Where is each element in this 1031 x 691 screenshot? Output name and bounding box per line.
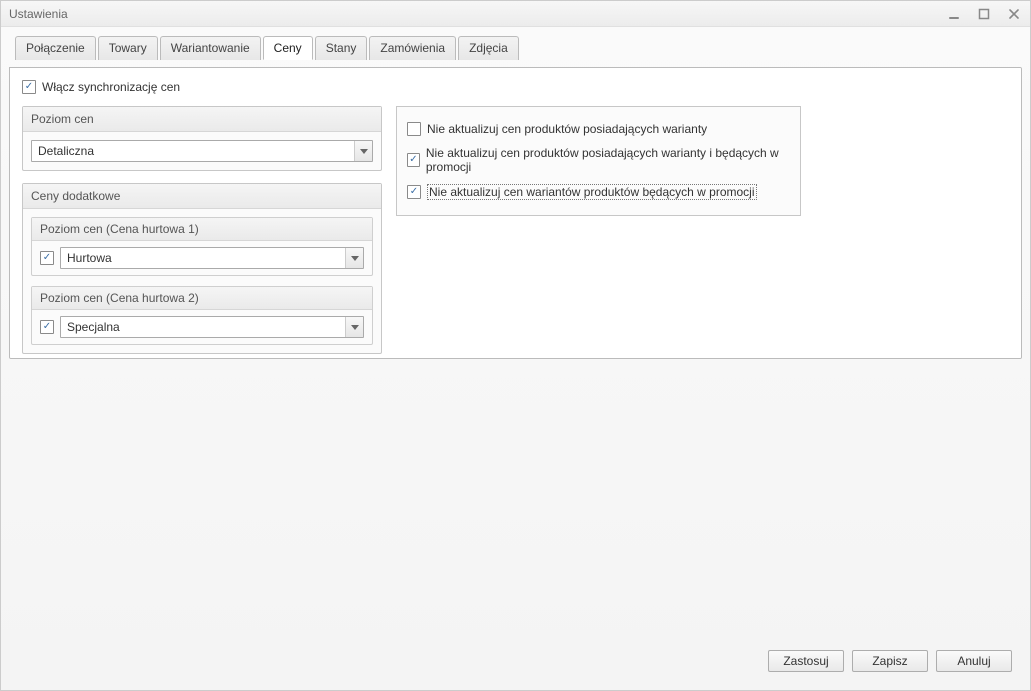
enable-sync-checkbox[interactable] <box>22 80 36 94</box>
titlebar: Ustawienia <box>1 1 1030 27</box>
option-checkbox[interactable] <box>407 153 420 167</box>
maximize-icon[interactable] <box>976 6 992 22</box>
option-label: Nie aktualizuj cen wariantów produktów b… <box>427 184 757 200</box>
tab-stany[interactable]: Stany <box>315 36 368 60</box>
window-controls <box>946 6 1022 22</box>
price-subgroup-1: Poziom cen (Cena hurtowa 1) Hurtowa <box>31 217 373 276</box>
options-panel: Nie aktualizuj cen produktów posiadający… <box>396 106 801 216</box>
chevron-down-icon[interactable] <box>345 317 363 337</box>
tab-ceny[interactable]: Ceny <box>263 36 313 60</box>
columns: Poziom cen Detaliczna Ceny dodatkowe <box>22 106 1009 354</box>
additional-prices-header: Ceny dodatkowe <box>23 184 381 209</box>
tab-zdjęcia[interactable]: Zdjęcia <box>458 36 519 60</box>
price-level-dropdown[interactable]: Detaliczna <box>31 140 373 162</box>
price-subgroup-dropdown[interactable]: Hurtowa <box>60 247 364 269</box>
price-subgroup-body: Specjalna <box>32 310 372 344</box>
tab-zamówienia[interactable]: Zamówienia <box>369 36 456 60</box>
tab-bar: PołączenieTowaryWariantowanieCenyStanyZa… <box>9 36 1022 60</box>
option-row-3: Nie aktualizuj cen wariantów produktów b… <box>407 179 790 205</box>
apply-button[interactable]: Zastosuj <box>768 650 844 672</box>
option-row-2: Nie aktualizuj cen produktów posiadający… <box>407 141 790 179</box>
price-subgroup-dropdown[interactable]: Specjalna <box>60 316 364 338</box>
tab-wariantowanie[interactable]: Wariantowanie <box>160 36 261 60</box>
settings-window: Ustawienia PołączenieTowaryWariantowanie… <box>0 0 1031 691</box>
cancel-button[interactable]: Anuluj <box>936 650 1012 672</box>
close-icon[interactable] <box>1006 6 1022 22</box>
right-column: Nie aktualizuj cen produktów posiadający… <box>396 106 801 216</box>
option-row-1: Nie aktualizuj cen produktów posiadający… <box>407 117 790 141</box>
enable-sync-row: Włącz synchronizację cen <box>22 78 1009 96</box>
price-level-group: Poziom cen Detaliczna <box>22 106 382 171</box>
additional-prices-group: Ceny dodatkowe Poziom cen (Cena hurtowa … <box>22 183 382 354</box>
price-subgroup-2: Poziom cen (Cena hurtowa 2) Specjalna <box>31 286 373 345</box>
option-checkbox[interactable] <box>407 122 421 136</box>
minimize-icon[interactable] <box>946 6 962 22</box>
price-level-header: Poziom cen <box>23 107 381 132</box>
price-subgroup-body: Hurtowa <box>32 241 372 275</box>
price-subgroup-checkbox[interactable] <box>40 320 54 334</box>
additional-prices-body: Poziom cen (Cena hurtowa 1)HurtowaPoziom… <box>23 209 381 353</box>
price-subgroup-header: Poziom cen (Cena hurtowa 2) <box>32 287 372 310</box>
tab-towary[interactable]: Towary <box>98 36 158 60</box>
price-level-value: Detaliczna <box>32 144 354 158</box>
option-label: Nie aktualizuj cen produktów posiadający… <box>426 146 790 174</box>
enable-sync-label: Włącz synchronizację cen <box>42 80 180 94</box>
window-title: Ustawienia <box>9 7 946 21</box>
price-subgroup-value: Hurtowa <box>61 251 345 265</box>
price-subgroup-checkbox[interactable] <box>40 251 54 265</box>
price-subgroup-header: Poziom cen (Cena hurtowa 1) <box>32 218 372 241</box>
tab-połączenie[interactable]: Połączenie <box>15 36 96 60</box>
chevron-down-icon[interactable] <box>354 141 372 161</box>
chevron-down-icon[interactable] <box>345 248 363 268</box>
window-body: PołączenieTowaryWariantowanieCenyStanyZa… <box>1 27 1030 690</box>
price-level-body: Detaliczna <box>23 132 381 170</box>
tab-panel-ceny: Włącz synchronizację cen Poziom cen Deta… <box>9 67 1022 359</box>
left-column: Poziom cen Detaliczna Ceny dodatkowe <box>22 106 382 354</box>
save-button[interactable]: Zapisz <box>852 650 928 672</box>
price-subgroup-value: Specjalna <box>61 320 345 334</box>
option-checkbox[interactable] <box>407 185 421 199</box>
option-label: Nie aktualizuj cen produktów posiadający… <box>427 122 707 136</box>
footer: Zastosuj Zapisz Anuluj <box>9 644 1022 682</box>
